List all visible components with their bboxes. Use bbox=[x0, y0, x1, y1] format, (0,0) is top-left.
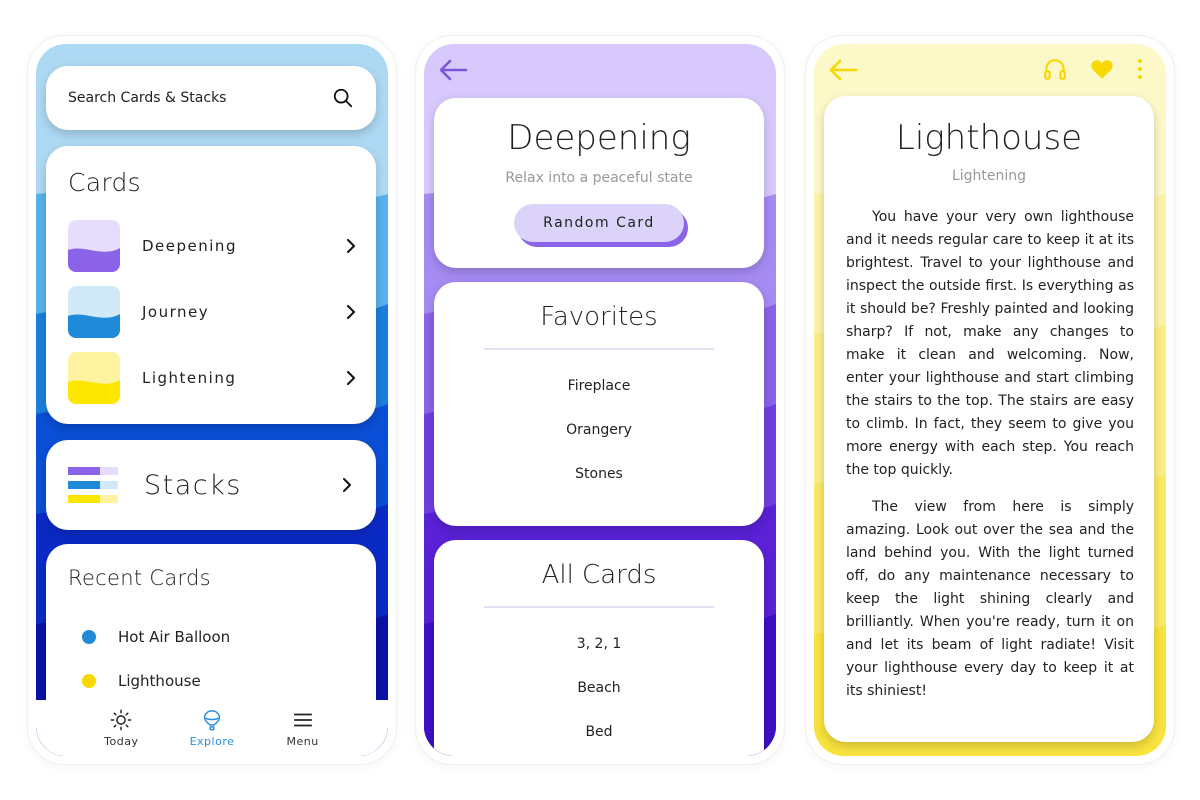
stacks-label: Stacks bbox=[144, 469, 242, 501]
card-item[interactable]: Bed bbox=[434, 724, 764, 740]
cards-title: Cards bbox=[68, 168, 142, 197]
recent-item-hot-air-balloon[interactable]: Hot Air Balloon bbox=[82, 628, 230, 646]
recent-cards-title: Recent Cards bbox=[68, 566, 211, 590]
more-vertical-icon[interactable] bbox=[1136, 56, 1144, 82]
search-bar[interactable]: Search Cards & Stacks bbox=[46, 66, 376, 130]
explore-screen-content: Search Cards & Stacks Cards Deepening Jo… bbox=[36, 44, 388, 756]
reader-card: Lighthouse Lightening You have your very… bbox=[824, 96, 1154, 742]
recent-item-label: Lighthouse bbox=[118, 672, 201, 690]
recent-item-lighthouse[interactable]: Lighthouse bbox=[82, 672, 201, 690]
divider bbox=[484, 348, 714, 350]
favorite-item[interactable]: Stones bbox=[434, 466, 764, 482]
recent-item-label: Hot Air Balloon bbox=[118, 628, 231, 646]
deck-row-deepening[interactable]: Deepening bbox=[68, 220, 358, 272]
deck-screen-content: Deepening Relax into a peaceful state Ra… bbox=[424, 44, 776, 756]
all-cards-title: All Cards bbox=[541, 560, 657, 590]
headphones-icon[interactable] bbox=[1042, 56, 1068, 82]
chevron-right-icon bbox=[344, 305, 358, 319]
card-item[interactable]: 3, 2, 1 bbox=[434, 636, 764, 652]
favorite-item[interactable]: Orangery bbox=[434, 422, 764, 438]
deck-screen: Deepening Relax into a peaceful state Ra… bbox=[416, 36, 784, 764]
deck-subtitle: Relax into a peaceful state bbox=[505, 170, 693, 186]
chevron-right-icon bbox=[340, 478, 354, 492]
deck-label-deepening: Deepening bbox=[142, 237, 237, 255]
favorites-title: Favorites bbox=[540, 302, 658, 332]
divider bbox=[484, 606, 714, 608]
bottom-navigation: Today Explore Menu bbox=[36, 700, 388, 756]
search-icon[interactable] bbox=[332, 87, 354, 109]
favorites-card: Favorites Fireplace Orangery Stones bbox=[434, 282, 764, 526]
nav-menu-label: Menu bbox=[286, 734, 319, 748]
random-card-button[interactable]: Random Card bbox=[514, 204, 684, 242]
chevron-right-icon bbox=[344, 371, 358, 385]
menu-icon bbox=[293, 713, 312, 726]
heart-icon[interactable] bbox=[1088, 56, 1116, 82]
yellow-dot-icon bbox=[82, 674, 96, 688]
card-title: Lighthouse bbox=[895, 118, 1083, 158]
deck-label-journey: Journey bbox=[142, 303, 210, 321]
nav-today-label: Today bbox=[104, 734, 139, 748]
deepening-thumbnail bbox=[68, 220, 120, 272]
nav-menu[interactable]: Menu bbox=[268, 709, 338, 748]
back-arrow-icon[interactable] bbox=[438, 58, 468, 82]
deck-row-lightening[interactable]: Lightening bbox=[68, 352, 358, 404]
body-paragraph: You have your very own lighthouse and it… bbox=[846, 209, 1134, 478]
deck-label-lightening: Lightening bbox=[142, 369, 237, 387]
nav-today[interactable]: Today bbox=[86, 709, 156, 748]
deck-row-journey[interactable]: Journey bbox=[68, 286, 358, 338]
lightening-thumbnail bbox=[68, 352, 120, 404]
nav-explore[interactable]: Explore bbox=[177, 709, 247, 748]
back-arrow-icon[interactable] bbox=[828, 58, 858, 82]
card-deck-name: Lightening bbox=[951, 168, 1027, 184]
blue-dot-icon bbox=[82, 630, 96, 644]
journey-thumbnail bbox=[68, 286, 120, 338]
body-paragraph: The view from here is simply amazing. Lo… bbox=[846, 499, 1134, 699]
nav-explore-label: Explore bbox=[189, 734, 235, 748]
cards-panel: Cards Deepening Journey Lightening bbox=[46, 146, 376, 424]
balloon-icon bbox=[203, 709, 221, 730]
search-input[interactable]: Search Cards & Stacks bbox=[68, 90, 332, 106]
favorite-item[interactable]: Fireplace bbox=[434, 378, 764, 394]
explore-screen: Search Cards & Stacks Cards Deepening Jo… bbox=[28, 36, 396, 764]
stacks-icon bbox=[68, 467, 118, 503]
sun-icon bbox=[110, 709, 132, 730]
deck-title: Deepening bbox=[507, 118, 691, 158]
reader-screen-content: Lighthouse Lightening You have your very… bbox=[814, 44, 1166, 756]
reader-screen: Lighthouse Lightening You have your very… bbox=[806, 36, 1174, 764]
chevron-right-icon bbox=[344, 239, 358, 253]
all-cards-card: All Cards 3, 2, 1 Beach Bed bbox=[434, 540, 764, 756]
deck-header-card: Deepening Relax into a peaceful state Ra… bbox=[434, 98, 764, 268]
stacks-panel[interactable]: Stacks bbox=[46, 440, 376, 530]
card-item[interactable]: Beach bbox=[434, 680, 764, 696]
card-body: You have your very own lighthouse and it… bbox=[846, 206, 1134, 717]
